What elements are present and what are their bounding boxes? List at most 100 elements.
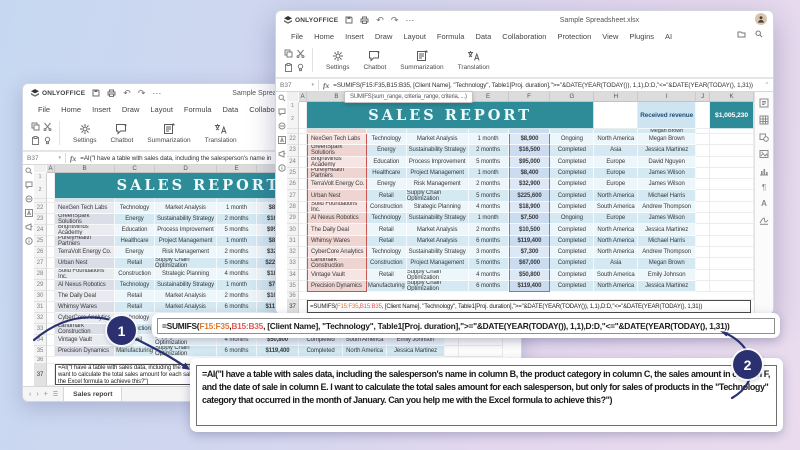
menu-data[interactable]: Data	[217, 104, 243, 115]
table-cell[interactable]	[445, 346, 459, 357]
table-cell[interactable]	[287, 92, 299, 102]
table-cell[interactable]: E	[469, 92, 509, 102]
table-cell[interactable]: Strategic Planning	[155, 269, 217, 280]
table-cell[interactable]	[299, 202, 307, 213]
cut-icon[interactable]	[296, 49, 305, 58]
table-cell[interactable]: Market Analysis	[407, 236, 469, 247]
table-cell[interactable]: 5 months	[217, 258, 257, 269]
menu-protection[interactable]: Protection	[552, 31, 596, 42]
table-cell[interactable]: A	[47, 165, 55, 173]
table-cell[interactable]: $7,500	[509, 213, 551, 224]
table-cell[interactable]: Europe	[594, 213, 638, 224]
table-cell[interactable]: Emily Johnson	[638, 270, 696, 281]
table-cell[interactable]: 1 month	[469, 168, 509, 179]
chart-settings-icon[interactable]	[759, 166, 769, 176]
table-cell[interactable]	[696, 270, 710, 281]
table-cell[interactable]: Vintage Vault	[307, 270, 367, 281]
table-cell[interactable]: Technology	[115, 280, 155, 291]
menu-draw[interactable]: Draw	[117, 104, 145, 115]
table-cell[interactable]: Whimsy Wares	[307, 236, 367, 247]
table-cell[interactable]: Completed	[550, 236, 594, 247]
table-cell[interactable]	[47, 364, 55, 386]
table-cell[interactable]	[47, 280, 55, 291]
table-cell[interactable]: Completed	[550, 145, 594, 156]
table-cell[interactable]	[299, 179, 307, 190]
table-cell[interactable]: Retail	[367, 236, 407, 247]
table-cell[interactable]: Energy	[367, 145, 407, 156]
table-cell[interactable]: Technology	[115, 203, 155, 214]
table-cell[interactable]: Jessica Martinez	[387, 346, 445, 357]
table-cell[interactable]	[299, 224, 307, 235]
redo-icon[interactable]: ↷	[138, 89, 146, 98]
table-cell[interactable]: Retail	[115, 258, 155, 269]
table-cell[interactable]: CyberCore Analytics	[55, 313, 115, 324]
table-cell[interactable]: Supply Chain Optimization	[407, 270, 469, 281]
undo-icon[interactable]: ↶	[123, 89, 131, 98]
table-cell[interactable]: Completed	[550, 281, 594, 292]
print-icon[interactable]	[107, 89, 116, 97]
table-cell[interactable]: North America	[594, 134, 638, 145]
table-cell[interactable]: TerraVolt Energy Co.	[307, 179, 367, 190]
table-cell[interactable]: 27	[34, 258, 47, 269]
table-cell[interactable]: 2 months	[469, 145, 509, 156]
table-cell[interactable]: 2 months	[469, 179, 509, 190]
avatar[interactable]	[755, 13, 767, 25]
table-cell[interactable]: 26	[34, 247, 47, 258]
table-cell[interactable]: $119,400	[509, 236, 551, 247]
headings-icon[interactable]	[278, 122, 286, 130]
save-icon[interactable]	[92, 89, 100, 97]
table-cell[interactable]: Asia	[594, 145, 638, 156]
table-cell[interactable]: Construction	[367, 258, 407, 269]
feedback-icon[interactable]	[25, 223, 33, 231]
paste-icon[interactable]	[284, 63, 293, 72]
table-cell[interactable]: G	[550, 92, 594, 102]
received-revenue-label-cell[interactable]: Received revenue	[638, 102, 696, 129]
table-cell[interactable]: Market Analysis	[407, 134, 469, 145]
paste-icon[interactable]	[31, 136, 40, 145]
translation-button[interactable]: Translation	[451, 50, 497, 71]
table-cell[interactable]: Completed	[550, 224, 594, 235]
table-cell[interactable]: 36	[287, 292, 299, 300]
table-cell[interactable]: North America	[594, 281, 638, 292]
table-cell[interactable]: $67,000	[509, 258, 551, 269]
menu-insert[interactable]: Insert	[340, 31, 369, 42]
table-cell[interactable]	[696, 102, 710, 129]
comments-icon[interactable]	[25, 181, 33, 189]
table-cell[interactable]	[299, 270, 307, 281]
table-cell[interactable]: South America	[594, 202, 638, 213]
search-sidebar-icon[interactable]	[278, 94, 286, 102]
redo-icon[interactable]: ↷	[391, 16, 399, 25]
table-cell[interactable]: Construction	[115, 269, 155, 280]
table-cell[interactable]: 25	[287, 168, 299, 179]
menu-ai[interactable]: AI	[660, 31, 677, 42]
table-cell[interactable]: Michael Harris	[638, 190, 696, 201]
table-cell[interactable]: 2 months	[217, 214, 257, 225]
table-cell[interactable]: Jessica Martinez	[638, 224, 696, 235]
table-cell[interactable]	[47, 324, 55, 335]
spellcheck-icon[interactable]	[25, 209, 33, 217]
table-cell[interactable]: C	[115, 165, 155, 173]
table-cell[interactable]: Energy	[115, 247, 155, 258]
table-cell[interactable]: 1 month	[217, 203, 257, 214]
table-cell[interactable]	[47, 236, 55, 247]
table-cell[interactable]	[696, 236, 710, 247]
table-cell[interactable]: Completed	[550, 157, 594, 168]
table-cell[interactable]: Europe	[594, 179, 638, 190]
table-cell[interactable]: 35	[34, 346, 47, 357]
table-cell[interactable]	[696, 179, 710, 190]
shape-settings-icon[interactable]	[759, 132, 769, 142]
table-cell[interactable]	[710, 202, 754, 213]
table-cell[interactable]: The Daily Deal	[307, 224, 367, 235]
copy-icon[interactable]	[284, 49, 293, 58]
image-settings-icon[interactable]	[759, 149, 769, 159]
table-cell[interactable]: Project Management	[407, 168, 469, 179]
summarization-button[interactable]: Summarization	[140, 123, 197, 144]
table-cell[interactable]	[299, 236, 307, 247]
table-cell[interactable]: North America	[343, 346, 387, 357]
table-cell[interactable]: James Wilson	[638, 213, 696, 224]
table-cell[interactable]: Completed	[299, 346, 343, 357]
print-icon[interactable]	[360, 16, 369, 24]
table-cell[interactable]	[299, 157, 307, 168]
search-icon[interactable]	[755, 30, 763, 38]
chatbot-button[interactable]: Chatbot	[357, 50, 394, 71]
